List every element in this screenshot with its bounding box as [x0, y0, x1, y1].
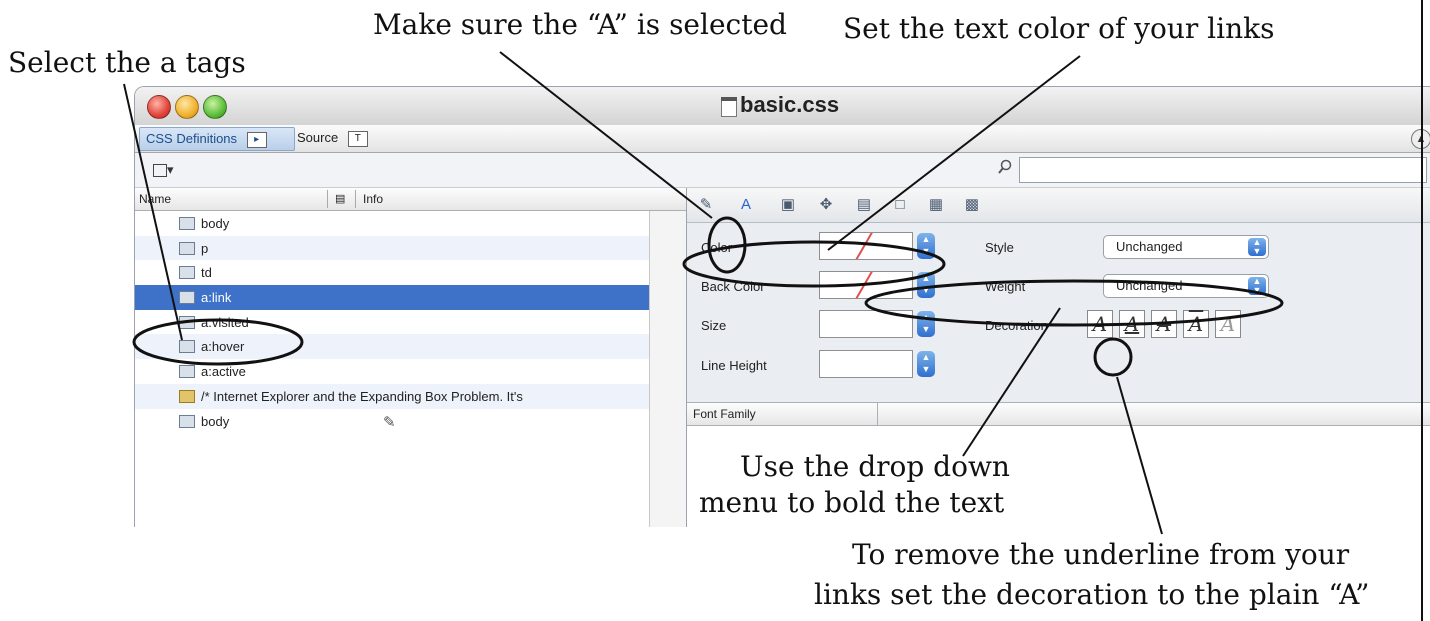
tab-source[interactable]: Source T	[291, 127, 447, 149]
font-family-label: Font Family	[693, 407, 756, 421]
tab-css-definitions-label: CSS Definitions	[146, 131, 238, 146]
text-tab-icon[interactable]: A	[737, 196, 755, 214]
rule-list-item-label: a:hover	[201, 339, 245, 355]
callout-select-a-tags: Select the a tags	[8, 46, 246, 79]
page-edge-rule	[1421, 0, 1423, 621]
other-tab-icon[interactable]: ▩	[963, 196, 981, 214]
callout-set-text-color: Set the text color of your links	[843, 12, 1275, 45]
css-rule-icon	[179, 340, 195, 354]
rule-list-item[interactable]: a:visited	[135, 310, 649, 335]
css-rule-icon	[179, 365, 195, 379]
tab-source-icon: T	[347, 130, 368, 147]
rule-list-item[interactable]: body ✎	[135, 409, 649, 434]
color-picker-stepper[interactable]: ▲ ▼	[917, 233, 935, 259]
rule-list-item[interactable]: td	[135, 260, 649, 285]
pencil-cursor-icon: ✎	[383, 413, 396, 431]
callout-use-drop-down-2: menu to bold the text	[697, 486, 1007, 520]
tab-source-label: Source	[297, 130, 339, 145]
rule-list-item-label: a:active	[201, 364, 246, 380]
line-height-label: Line Height	[701, 358, 767, 373]
rule-list-item-label: td	[201, 265, 212, 281]
view-tab-bar: CSS Definitions ▸ Source T ▲	[135, 125, 1430, 153]
callout-remove-underline-2: links set the decoration to the plain “A…	[814, 578, 1370, 611]
css-rule-icon	[179, 217, 195, 230]
rule-list-item-label: p	[201, 240, 209, 256]
decoration-none-button[interactable]: A	[1087, 310, 1113, 338]
tab-css-definitions-icon: ▸	[246, 131, 267, 148]
list-tab-icon[interactable]: ▦	[927, 196, 945, 214]
decoration-blink-button[interactable]: A	[1215, 310, 1241, 338]
css-rule-icon	[179, 266, 195, 280]
rule-list-scrollbar[interactable]	[649, 211, 686, 527]
rule-list-item[interactable]: p	[135, 235, 649, 261]
rule-list: body p td a:link a:visited a:hover a:active /* …	[135, 211, 649, 433]
document-icon	[721, 97, 737, 117]
back-color-swatch[interactable]	[819, 271, 913, 299]
css-rule-icon	[179, 414, 195, 428]
box-tab-icon[interactable]: ▤	[855, 196, 873, 214]
css-rule-icon	[179, 315, 195, 329]
rule-list-item-label: /* Internet Explorer and the Expanding B…	[201, 388, 523, 404]
style-select-arrow-icon: ▲ ▼	[1248, 238, 1266, 256]
decoration-strikethrough-button[interactable]: A	[1151, 310, 1177, 338]
minimize-window-button[interactable]	[175, 95, 199, 119]
close-window-button[interactable]	[147, 95, 171, 119]
color-swatch[interactable]	[819, 232, 913, 260]
rule-list-item[interactable]: a:active	[135, 359, 649, 384]
rule-toolbar: ▾	[135, 153, 1430, 188]
rule-list-panel: Name ▤ Info body p td a:link a:visited a:hove…	[135, 188, 687, 527]
rule-list-item-label: a:link	[201, 290, 232, 306]
property-category-tabs: ✎ A ▣ ✥ ▤ □ ▦ ▩	[687, 188, 1430, 223]
css-rule-icon	[179, 291, 195, 305]
background-tab-icon[interactable]: ▣	[779, 196, 797, 214]
border-tab-icon[interactable]: □	[891, 196, 909, 214]
rule-list-item-label: body	[201, 216, 230, 231]
decoration-overline-button[interactable]: A	[1183, 310, 1209, 338]
back-color-picker-stepper[interactable]: ▲ ▼	[917, 272, 935, 298]
callout-remove-underline-1: To remove the underline from your	[852, 538, 1350, 571]
style-select-value: Unchanged	[1116, 239, 1183, 254]
css-rule-icon	[179, 241, 195, 255]
weight-select-value: Unchanged	[1116, 278, 1183, 293]
zoom-window-button[interactable]	[203, 95, 227, 119]
decoration-underline-button[interactable]: A	[1119, 310, 1145, 338]
rule-list-item-label: body	[201, 413, 230, 429]
search-input[interactable]	[1019, 157, 1427, 183]
rule-list-item-label: a:visited	[201, 314, 249, 330]
title-bar: basic.css	[135, 87, 1430, 126]
weight-select[interactable]: Unchanged ▲ ▼	[1103, 274, 1269, 298]
style-select[interactable]: Unchanged ▲ ▼	[1103, 235, 1269, 259]
weight-label: Weight	[985, 279, 1026, 294]
font-family-header: Font Family	[687, 402, 1430, 426]
color-label: Color	[701, 240, 733, 255]
size-label: Size	[701, 318, 727, 333]
column-sort-icon[interactable]: ▤	[335, 192, 345, 205]
window-title: basic.css	[740, 92, 840, 117]
new-rule-icon	[153, 164, 167, 178]
rule-list-item[interactable]: a:link	[135, 285, 649, 310]
decoration-label: Decoration	[985, 318, 1048, 333]
size-field[interactable]	[819, 310, 913, 338]
search-icon[interactable]	[997, 159, 1013, 175]
rule-list-item[interactable]: /* Internet Explorer and the Expanding B…	[135, 383, 649, 409]
column-header-name[interactable]: Name	[139, 192, 171, 206]
back-color-label: Back Color	[701, 279, 765, 294]
new-rule-button[interactable]: ▾	[153, 162, 174, 178]
callout-use-drop-down-1: Use the drop down	[738, 450, 1012, 484]
style-label: Style	[985, 240, 1014, 255]
rule-list-item[interactable]: body	[135, 211, 649, 236]
weight-select-arrow-icon: ▲ ▼	[1248, 277, 1266, 295]
pencil-tab-icon[interactable]: ✎	[697, 196, 715, 214]
column-header-info[interactable]: Info	[363, 192, 383, 206]
rule-list-header: Name ▤ Info	[135, 188, 686, 211]
line-height-stepper[interactable]: ▲ ▼	[917, 351, 935, 377]
tab-css-definitions[interactable]: CSS Definitions ▸	[139, 127, 295, 151]
comment-rule-icon	[179, 389, 195, 403]
line-height-field[interactable]	[819, 350, 913, 378]
layout-tab-icon[interactable]: ✥	[817, 196, 835, 214]
rule-list-item[interactable]: a:hover	[135, 334, 649, 360]
callout-make-sure-a: Make sure the “A” is selected	[373, 8, 787, 41]
size-stepper[interactable]: ▲ ▼	[917, 311, 935, 337]
